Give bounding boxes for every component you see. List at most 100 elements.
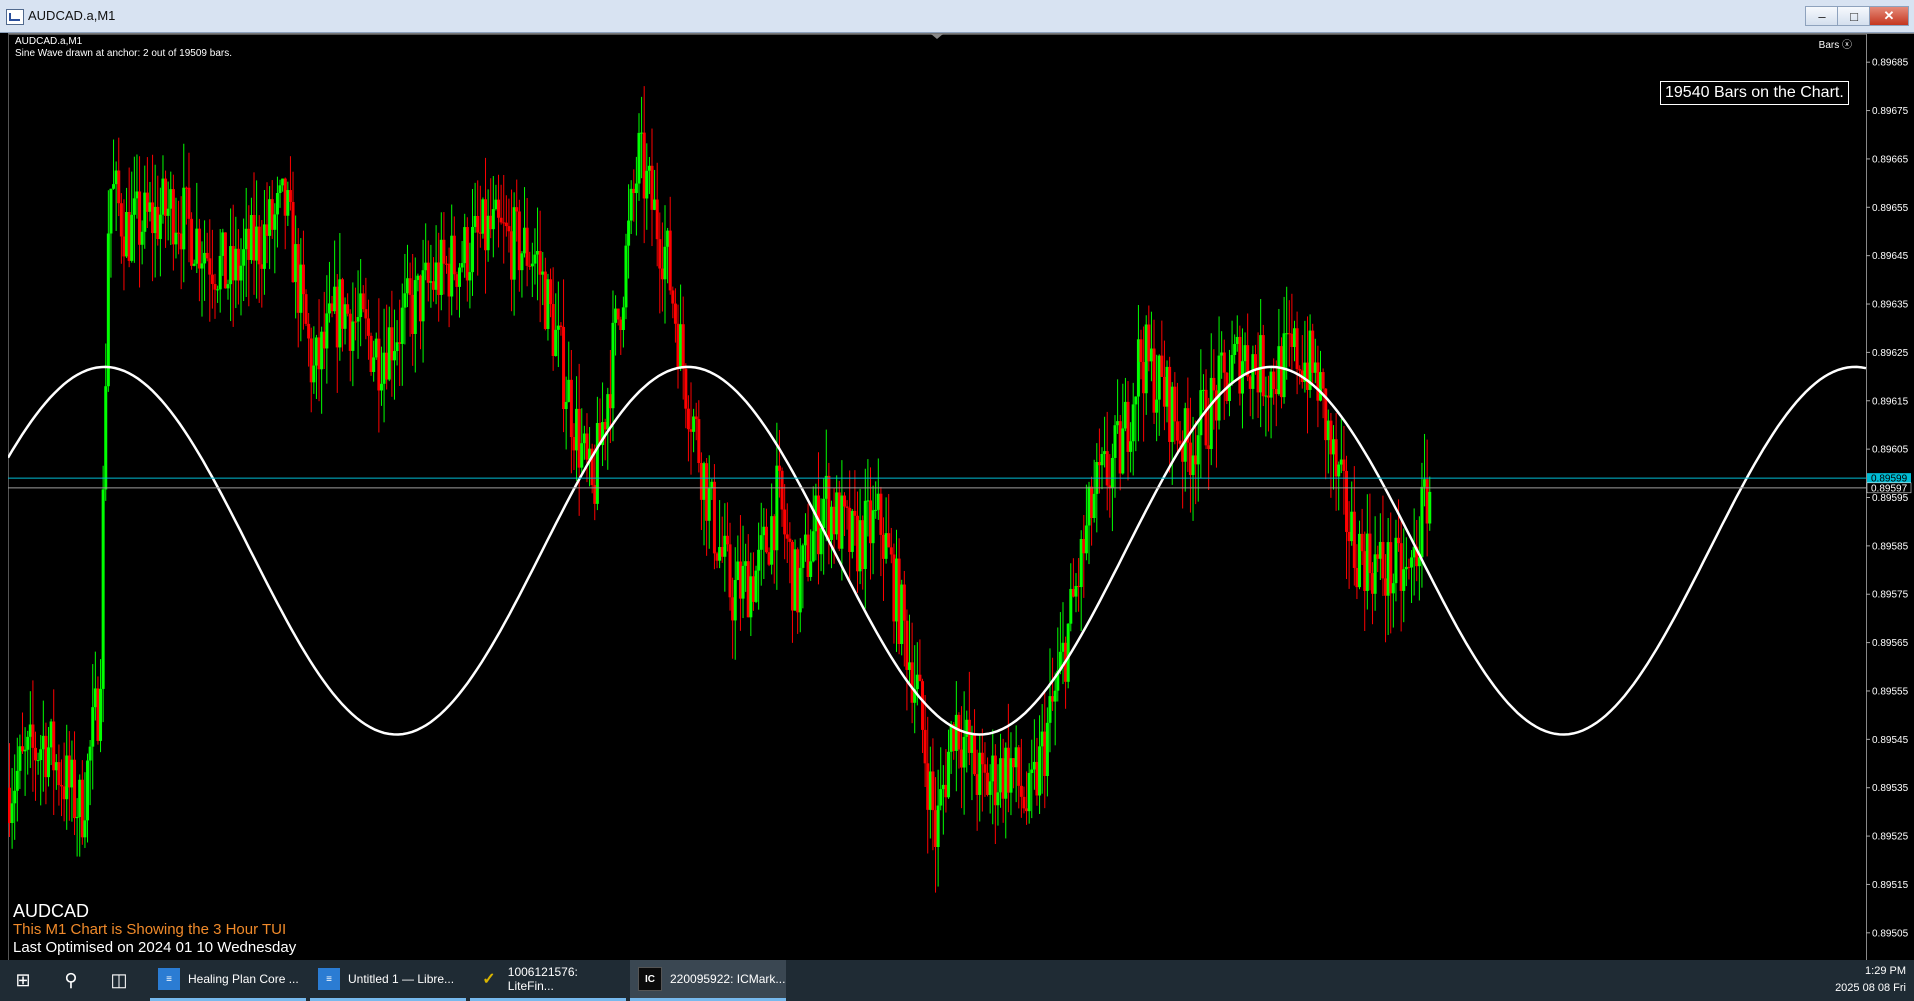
candle-body bbox=[322, 331, 326, 349]
candle-body bbox=[340, 279, 344, 329]
candle-body bbox=[874, 509, 878, 511]
candle-body bbox=[939, 789, 943, 806]
candle-body bbox=[182, 187, 186, 250]
candle-body bbox=[351, 321, 355, 351]
system-clock[interactable]: 1:29 PM 2025 08 08 Fri bbox=[1835, 963, 1906, 997]
search-icon[interactable]: ⚲ bbox=[48, 960, 94, 1001]
candle-body bbox=[226, 284, 230, 289]
y-axis-tick-label: 0.89665 bbox=[1872, 154, 1909, 165]
close-button[interactable]: ✕ bbox=[1869, 6, 1909, 26]
candle-body bbox=[655, 199, 659, 240]
candle-body bbox=[1038, 746, 1042, 796]
candle-body bbox=[712, 481, 716, 554]
candle-body bbox=[715, 553, 719, 561]
candle-body bbox=[811, 531, 815, 562]
y-axis-tick-label: 0.89575 bbox=[1872, 590, 1909, 601]
candle-body bbox=[36, 760, 40, 762]
candle-body bbox=[1235, 336, 1239, 344]
candle-body bbox=[1043, 731, 1047, 777]
taskbar-app-icmarkets[interactable]: IC 220095922: ICMark... bbox=[630, 960, 786, 1001]
candle-body bbox=[543, 271, 547, 329]
candle-body bbox=[1017, 747, 1021, 786]
candle-body bbox=[60, 785, 64, 787]
candle-body bbox=[658, 239, 662, 269]
candle-body bbox=[151, 202, 155, 234]
candle-body bbox=[486, 215, 490, 251]
candle-body bbox=[827, 475, 831, 540]
candle-body bbox=[993, 755, 997, 806]
candle-body bbox=[304, 294, 308, 324]
candle-body bbox=[197, 228, 201, 269]
candle-body bbox=[1337, 464, 1341, 477]
candle-body bbox=[1243, 345, 1247, 362]
candle-body bbox=[1277, 346, 1281, 395]
candle-body bbox=[1191, 455, 1195, 476]
candle-body bbox=[829, 506, 833, 540]
candle-body bbox=[1290, 333, 1294, 347]
candle-body bbox=[1292, 328, 1296, 347]
document-icon: ≡ bbox=[158, 968, 180, 990]
candle-body bbox=[130, 214, 134, 261]
y-axis-tick-label: 0.89525 bbox=[1872, 832, 1909, 843]
candle-body bbox=[725, 535, 729, 545]
candle-body bbox=[809, 561, 813, 577]
candle-body bbox=[1394, 537, 1398, 584]
candle-body bbox=[1397, 537, 1401, 544]
candle-body bbox=[171, 189, 175, 245]
candle-body bbox=[1199, 390, 1203, 436]
candle-body bbox=[1032, 761, 1036, 770]
taskbar-app-healing-plan[interactable]: ≡ Healing Plan Core ... bbox=[150, 960, 306, 1001]
candle-body bbox=[210, 274, 214, 285]
candle-body bbox=[148, 202, 152, 212]
taskbar-app-litefinance[interactable]: ✓ 1006121576: LiteFin... bbox=[470, 960, 626, 1001]
candle-body bbox=[314, 337, 318, 366]
candle-body bbox=[65, 755, 69, 800]
candle-body bbox=[47, 747, 51, 778]
candle-body bbox=[145, 192, 149, 212]
candle-body bbox=[921, 681, 925, 730]
chart-area[interactable]: 0.89685 0.89675 0.89665 0.89655 0.89645 0.896… bbox=[8, 33, 1914, 961]
bars-label[interactable]: Bars ⓧ bbox=[1819, 36, 1852, 51]
candle-body bbox=[208, 258, 212, 275]
maximize-button[interactable]: □ bbox=[1837, 6, 1871, 26]
candle-body bbox=[668, 230, 672, 291]
candle-body bbox=[413, 280, 417, 334]
candle-body bbox=[177, 232, 181, 234]
candle-body bbox=[783, 509, 787, 535]
candle-body bbox=[125, 212, 129, 257]
candle-body bbox=[650, 165, 654, 210]
candle-body bbox=[1207, 445, 1211, 450]
minimize-button[interactable]: – bbox=[1805, 6, 1839, 26]
candle-body bbox=[278, 185, 282, 194]
candle-body bbox=[377, 338, 381, 391]
candle-body bbox=[39, 749, 43, 761]
candle-body bbox=[231, 246, 235, 281]
candle-body bbox=[374, 338, 378, 358]
candle-body bbox=[1386, 542, 1390, 596]
candle-body bbox=[1282, 333, 1286, 398]
candle-body bbox=[632, 188, 636, 194]
candle-body bbox=[978, 752, 982, 795]
task-view-icon[interactable]: ◫ bbox=[96, 960, 142, 1001]
candle-body bbox=[117, 170, 121, 204]
candle-body bbox=[900, 584, 904, 645]
candle-body bbox=[567, 379, 571, 402]
candle-body bbox=[122, 236, 126, 257]
candle-body bbox=[580, 443, 584, 468]
candle-body bbox=[1113, 425, 1117, 458]
candle-body bbox=[897, 558, 901, 645]
candle-body bbox=[1332, 439, 1336, 455]
candle-body bbox=[554, 329, 558, 356]
taskbar-app-libreoffice[interactable]: ≡ Untitled 1 — Libre... bbox=[310, 960, 466, 1001]
candle-body bbox=[426, 262, 430, 283]
taskbar-app-label: Healing Plan Core ... bbox=[188, 972, 299, 986]
candle-body bbox=[1220, 352, 1224, 356]
start-icon[interactable]: ⊞ bbox=[0, 960, 46, 1001]
candle-body bbox=[312, 365, 316, 383]
candle-body bbox=[192, 263, 196, 266]
candle-body bbox=[1035, 761, 1039, 796]
candle-body bbox=[767, 552, 771, 565]
candle-body bbox=[744, 561, 748, 566]
candle-body bbox=[868, 500, 872, 544]
candle-body bbox=[842, 495, 846, 507]
